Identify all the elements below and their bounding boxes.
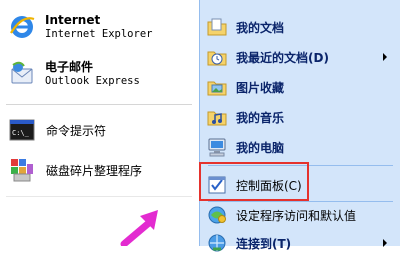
- places-item-my-computer[interactable]: 我的电脑: [204, 134, 397, 160]
- command-prompt-icon: C:\_: [9, 119, 35, 141]
- submenu-arrow-icon: [383, 53, 387, 61]
- recent-command-prompt[interactable]: C:\_ 命令提示符: [8, 116, 106, 144]
- pinned-subtitle: Internet Explorer: [45, 28, 153, 40]
- pinned-separator: [6, 104, 192, 105]
- places-item-my-music[interactable]: 我的音乐: [204, 104, 397, 130]
- pinned-title: Internet: [45, 13, 101, 27]
- places-label: 我的电脑: [236, 140, 285, 155]
- places-item-my-pictures[interactable]: 图片收藏: [204, 74, 397, 100]
- places-label: 我最近的文档(D): [236, 50, 329, 65]
- svg-text:C:\_: C:\_: [12, 129, 30, 137]
- pinned-subtitle: Outlook Express: [45, 75, 140, 87]
- my-documents-icon: [207, 18, 227, 36]
- recent-disk-defragmenter[interactable]: 磁盘碎片整理程序: [8, 156, 142, 184]
- recent-separator: [6, 196, 192, 197]
- highlight-box: [199, 162, 309, 201]
- places-item-connect-to[interactable]: 连接到(T): [204, 230, 397, 256]
- places-item-recent-documents[interactable]: 我最近的文档(D): [204, 44, 397, 70]
- places-label: 我的音乐: [236, 110, 285, 125]
- pinned-title: 电子邮件: [45, 60, 94, 74]
- places-label: 连接到(T): [236, 236, 292, 251]
- recent-documents-icon: [207, 51, 227, 66]
- recent-label: 磁盘碎片整理程序: [46, 163, 143, 178]
- connect-to-icon: [208, 234, 226, 252]
- my-computer-icon: [208, 138, 226, 157]
- internet-explorer-icon: [10, 16, 35, 38]
- places-label: 设定程序访问和默认值: [236, 208, 357, 223]
- pinned-outlook-express[interactable]: 电子邮件 Outlook Express: [8, 60, 140, 88]
- places-label: 我的文档: [236, 20, 285, 35]
- program-defaults-icon: [208, 206, 226, 224]
- outlook-express-icon: [11, 61, 33, 84]
- start-menu-right-pane: 我的文档 我最近的文档(D) 图片收藏 我的音乐 我的电脑 控制面板(C) 设定…: [199, 0, 400, 252]
- my-music-icon: [207, 111, 227, 126]
- places-label: 图片收藏: [236, 80, 285, 95]
- my-pictures-icon: [207, 81, 227, 96]
- places-item-my-documents[interactable]: 我的文档: [204, 14, 397, 40]
- annotation-arrow-icon: [120, 210, 158, 246]
- disk-defragmenter-icon: [11, 159, 33, 182]
- pinned-internet-explorer[interactable]: Internet Internet Explorer: [8, 13, 152, 41]
- recent-label: 命令提示符: [46, 123, 107, 138]
- places-item-program-defaults[interactable]: 设定程序访问和默认值: [204, 202, 397, 228]
